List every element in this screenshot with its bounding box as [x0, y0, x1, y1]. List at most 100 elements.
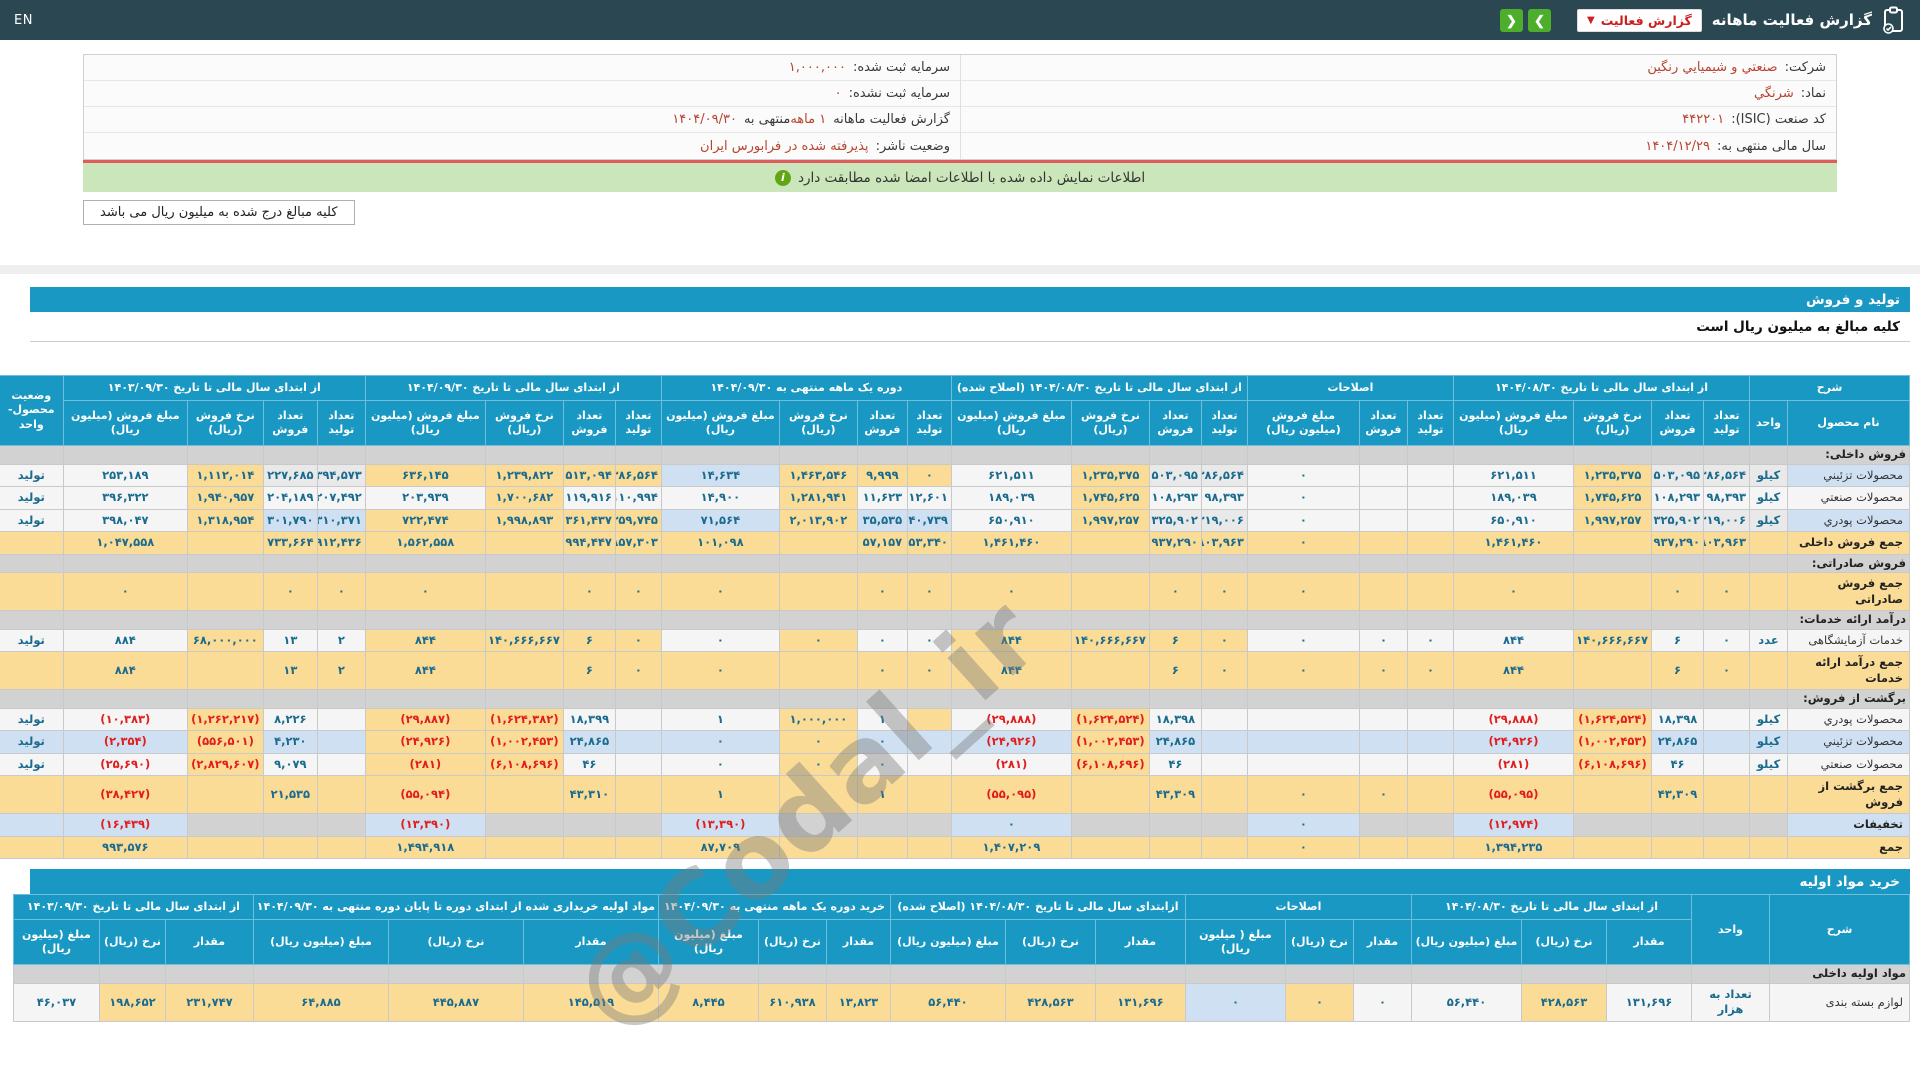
cell: (۲۴,۹۲۶): [1452, 730, 1575, 754]
cell: ۴۴۵,۸۸۷: [387, 982, 524, 1022]
cell: [1246, 689, 1360, 709]
section-label: درآمد ارائه خدمات:: [1787, 610, 1910, 630]
cell: (۶,۱۰۸,۶۹۶): [484, 752, 564, 777]
cell: ۱,۹۹۸,۸۹۳: [484, 508, 564, 533]
registered-capital-value: ۱,۰۰۰,۰۰۰: [788, 60, 846, 75]
section-row: فروش صادراتی:: [0, 553, 1910, 574]
column-group-header: از ابتدای سال مالی تا تاریخ ۱۴۰۴/۰۸/۳۰: [1410, 894, 1693, 921]
cell: ۱,۴۹۴,۹۱۸: [364, 835, 486, 860]
section-title: تولید و فروش: [1806, 291, 1900, 308]
row-label: محصولات پودري: [1787, 508, 1910, 533]
column-header: نرخ فروش (ریال): [484, 400, 564, 446]
cell: [1200, 813, 1248, 837]
cell: [906, 553, 952, 574]
cell: [1358, 707, 1408, 732]
cell: [950, 553, 1072, 574]
cell: [562, 689, 616, 709]
cell: [186, 835, 264, 860]
cell: ۰: [906, 628, 952, 653]
cell: [1651, 610, 1704, 630]
row-label: جمع فروش داخلی: [1787, 531, 1910, 555]
cell: (۱,۰۰۲,۴۵۳): [484, 730, 564, 754]
cell: ۴۲۸,۵۶۳: [1004, 982, 1096, 1022]
cell: [856, 813, 908, 837]
cell: [484, 445, 564, 465]
cell: [778, 651, 858, 691]
cell: ۱۸,۳۹۸: [1651, 707, 1704, 732]
cell: ۶: [1148, 651, 1202, 691]
cell: (۲۵,۶۹۰): [62, 752, 188, 777]
issuer-status-row: وضعیت ناشر: پذیرفته شده در فرابورس ایران: [84, 133, 960, 159]
cell: ۰: [1352, 982, 1412, 1022]
column-header: تعداد تولید: [316, 400, 366, 446]
cell: [1070, 651, 1150, 691]
cell: [1452, 689, 1575, 709]
cell: کیلو: [1749, 707, 1788, 732]
company-value: صنعتي و شيميايي رنگين: [1647, 60, 1778, 75]
nav-next-button[interactable]: ❯: [1527, 8, 1551, 32]
cell: تعداد به هزار: [1691, 982, 1770, 1022]
cell: [1246, 730, 1360, 754]
cell: ۱,۹۹۷,۲۵۷: [1573, 508, 1652, 533]
cell: [262, 813, 318, 837]
cell: [1358, 572, 1408, 612]
cell: ۴۶: [1148, 752, 1202, 777]
column-group-header: از ابتدای سال مالی تا تاریخ ۱۴۰۳/۰۹/۳۰: [12, 894, 254, 921]
column-header: نرخ فروش (ریال): [1573, 400, 1652, 446]
cell: تولید: [0, 752, 64, 777]
cell: ۱,۷۴۵,۶۲۵: [1070, 486, 1150, 510]
cell: [1200, 707, 1248, 732]
column-header: نرخ فروش (ریال): [1070, 400, 1150, 446]
column-header: نرخ (ریال): [1284, 919, 1354, 966]
cell: ۰: [1703, 651, 1750, 691]
cell: [614, 813, 662, 837]
cell: [316, 707, 366, 732]
cell: ۶۵۰,۹۱۰: [950, 508, 1072, 533]
cell: (۱,۶۲۴,۵۲۴): [1573, 707, 1652, 732]
amounts-note-tab[interactable]: کلیه مبالغ درج شده به میلیون ریال می باش…: [83, 200, 355, 225]
cell: ۸۴۴: [950, 628, 1072, 653]
cell: [1406, 707, 1454, 732]
data-row: خدمات آزمایشگاهی عدد ۰ ۶ ۱۴۰,۶۶۶,۶۶۷ ۸۴۴ ۰ ۰ ۰ ۰ ۶…: [0, 628, 1910, 653]
cell: [1358, 445, 1408, 465]
cell: ۰: [660, 572, 780, 612]
column-header: نرخ (ریال): [387, 919, 524, 966]
total-row: جمع ۱,۳۹۴,۲۳۵ ۰ ۱,۴۰۷,۲۰۹ ۸۷,۷۰۹ ۱,۴۹۴,۹۱۸ ۹۹۳…: [0, 835, 1910, 860]
cell: ۶۸,۰۰۰,۰۰۰: [186, 628, 264, 653]
cell: [1358, 835, 1408, 860]
cell: [1004, 964, 1096, 984]
column-header: مبلغ (میلیون ریال): [252, 919, 389, 966]
report-type-dropdown[interactable]: گزارش فعالیت ▼: [1576, 8, 1702, 32]
cell: [1070, 531, 1150, 555]
cell: [0, 651, 64, 691]
cell: [1358, 463, 1408, 488]
cell: [0, 572, 64, 612]
cell: [186, 689, 264, 709]
column-header: مبلغ (میلیون ریال): [12, 919, 100, 966]
cell: [316, 775, 366, 815]
cell: ۱۱,۶۲۳: [856, 486, 908, 510]
cell: [614, 707, 662, 732]
nav-prev-button[interactable]: ❮: [1499, 8, 1523, 32]
cell: [387, 964, 524, 984]
cell: [1094, 964, 1186, 984]
column-group-header: شرح: [1769, 894, 1910, 966]
production-sales-table: شرح از ابتدای سال مالی تا تاریخ ۱۴۰۴/۰۸/۳…: [0, 375, 1910, 860]
cell: (۱۳,۳۹۰): [660, 813, 780, 837]
registered-capital-row: سرمایه ثبت شده: ۱,۰۰۰,۰۰۰: [84, 55, 960, 81]
cell: ۹۹۳,۵۷۶: [62, 835, 188, 860]
cell: ۰: [1246, 628, 1360, 653]
cell: کیلو: [1749, 752, 1788, 777]
cell: ۲۴,۸۶۵: [1651, 730, 1704, 754]
cell: ۰: [614, 651, 662, 691]
section-label: مواد اولیه داخلی: [1769, 964, 1910, 984]
language-toggle[interactable]: EN: [14, 13, 33, 28]
cell: ۰: [262, 572, 318, 612]
cell: ۱۰۸,۲۹۳: [1148, 486, 1202, 510]
cell: [1406, 553, 1454, 574]
cell: [1573, 572, 1652, 612]
cell: ۳۵,۵۳۵: [856, 508, 908, 533]
cell: [1749, 445, 1788, 465]
data-row: محصولات صنعتي کیلو ۹۸,۳۹۳ ۱۰۸,۲۹۳ ۱,۷۴۵,۶۲۵ ۱…: [0, 486, 1910, 510]
cell: [778, 553, 858, 574]
